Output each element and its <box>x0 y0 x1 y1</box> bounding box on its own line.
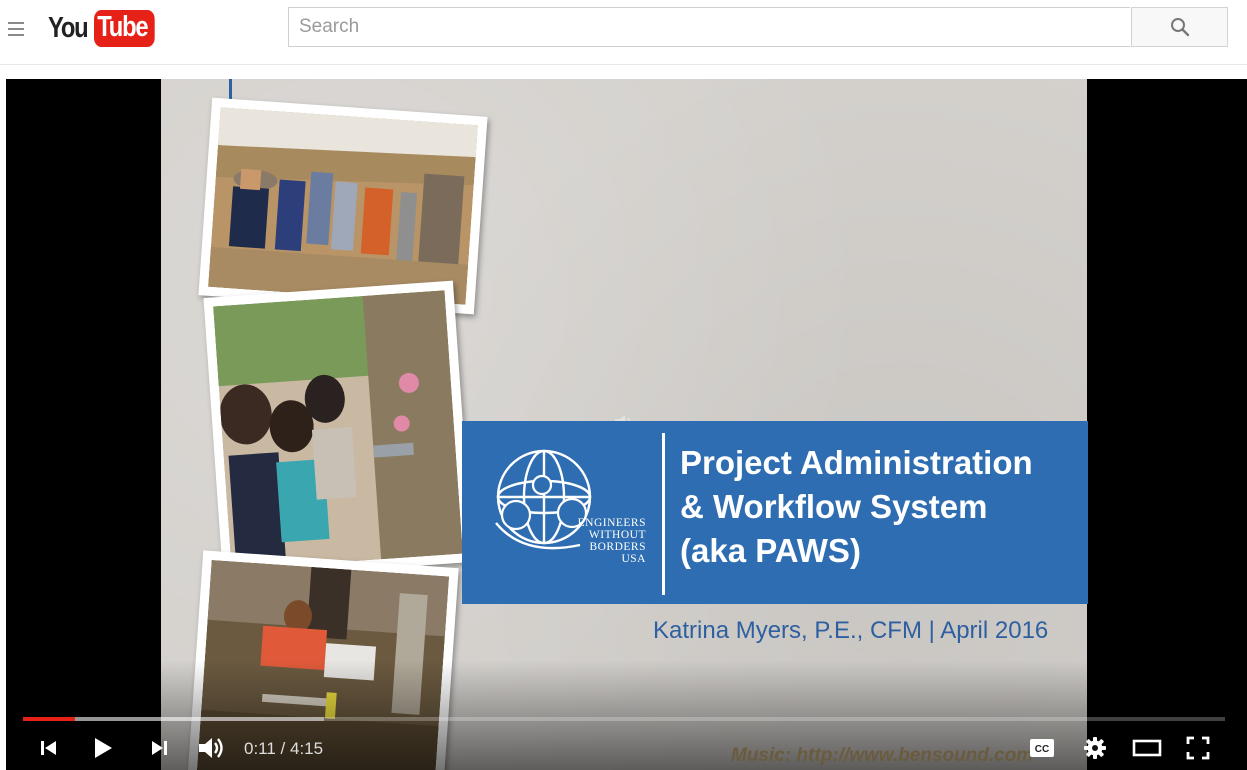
settings-button[interactable] <box>1080 734 1110 762</box>
slide-title-band: ENGINEERS WITHOUT BORDERS USA Project Ad… <box>462 421 1088 604</box>
band-divider <box>662 433 665 595</box>
org-name-line: ENGINEERS <box>577 517 646 529</box>
theater-mode-button[interactable] <box>1130 734 1164 762</box>
slide-title-line: Project Administration <box>680 444 1033 481</box>
music-credit: Music: http://www.bensound.com <box>731 745 1034 766</box>
fullscreen-button[interactable] <box>1183 734 1213 762</box>
slide-byline: Katrina Myers, P.E., CFM | April 2016 <box>653 617 1049 644</box>
volume-button[interactable] <box>194 734 228 762</box>
masthead: You Tube <box>0 0 1247 65</box>
video-player[interactable]: ENGINEERS WITHOUT BORDERS USA Project Ad… <box>6 79 1247 770</box>
search-button[interactable] <box>1131 7 1228 47</box>
search-box <box>288 7 1130 47</box>
cc-icon: CC <box>1030 739 1054 757</box>
search-icon <box>1171 18 1190 37</box>
slide-title-line: (aka PAWS) <box>680 532 861 569</box>
time-display: 0:11 / 4:15 <box>244 739 324 758</box>
progress-bar[interactable] <box>23 717 1225 721</box>
svg-text:CC: CC <box>1035 744 1049 755</box>
fullscreen-icon <box>1186 736 1210 760</box>
skip-next-button[interactable] <box>144 734 174 762</box>
logo-you-text: You <box>48 11 89 44</box>
slide-photo-handwashing <box>203 280 473 580</box>
captions-button[interactable]: CC <box>1027 734 1057 762</box>
skip-next-icon <box>152 741 167 755</box>
org-name-line: USA <box>621 553 646 565</box>
org-name: ENGINEERS WITHOUT BORDERS USA <box>558 517 646 565</box>
skip-back-icon <box>41 741 56 755</box>
play-button[interactable] <box>88 734 118 762</box>
theater-mode-icon <box>1132 739 1162 757</box>
org-name-line: WITHOUT <box>588 529 646 541</box>
gear-icon <box>1084 737 1106 759</box>
volume-icon <box>199 738 223 758</box>
youtube-logo[interactable]: You Tube <box>48 6 168 50</box>
play-icon <box>95 738 112 758</box>
menu-icon[interactable] <box>8 22 24 36</box>
search-input[interactable] <box>289 8 1130 46</box>
slide-title-line: & Workflow System <box>680 488 988 525</box>
org-name-line: BORDERS <box>589 541 646 553</box>
logo-tube-text: Tube <box>94 9 155 47</box>
skip-back-button[interactable] <box>34 734 64 762</box>
progress-played <box>23 717 75 721</box>
controls-gradient <box>6 660 1247 770</box>
slide-accent-line <box>229 79 232 101</box>
